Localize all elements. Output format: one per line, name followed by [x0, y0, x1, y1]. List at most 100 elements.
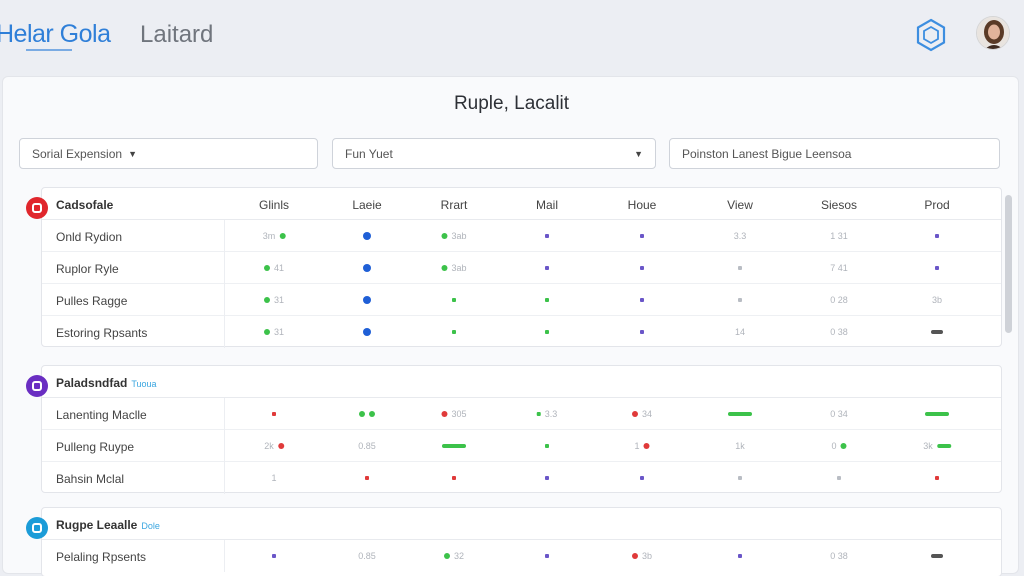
status-tag [931, 554, 943, 558]
table-cell [545, 550, 549, 562]
cell-value: 34 [641, 409, 653, 419]
column-header[interactable]: Rrart [441, 198, 468, 212]
cell-value: 3b [931, 295, 943, 305]
filter-label: Poinston Lanest Bigue Leensoa [682, 146, 852, 161]
table-cell [738, 294, 742, 306]
row-divider [224, 220, 225, 252]
cell-value: 31 [273, 295, 285, 305]
cell-value: 1 [271, 473, 277, 483]
status-dot [441, 265, 448, 271]
column-header[interactable]: Prod [924, 198, 949, 212]
row-divider [224, 284, 225, 316]
status-mark [935, 266, 939, 270]
status-mark [272, 412, 276, 416]
caret-down-icon: ▼ [128, 148, 137, 159]
status-tag [931, 330, 943, 334]
table-cell [738, 472, 742, 484]
table-cell: 3k [923, 440, 951, 452]
status-mark [640, 266, 644, 270]
status-mark [365, 476, 369, 480]
column-header[interactable]: View [727, 198, 753, 212]
table-row[interactable]: Ruplor Ryle 41 3ab 7 41 [42, 252, 1001, 284]
row-label: Bahsin Mclal [56, 472, 125, 486]
filter-dropdown-2[interactable]: Fun Yuet ▼ [332, 138, 656, 169]
status-mark [640, 476, 644, 480]
status-dot [277, 443, 284, 449]
table-cell: 3ab [441, 262, 467, 274]
status-mark [738, 298, 742, 302]
table-cell: 0 [831, 440, 847, 452]
table-row[interactable]: Pelaling Rpsents 0.85 32 3b 0 38 [42, 540, 1001, 572]
logo-underline [26, 49, 72, 51]
status-mark [452, 476, 456, 480]
table-cell [931, 550, 943, 562]
table-cell: 2k [264, 440, 284, 452]
table-cell [272, 550, 276, 562]
page-title: Laitard [140, 21, 214, 48]
filter-dropdown-1[interactable]: Sorial Expension ▼ [19, 138, 318, 169]
cell-value: 1 31 [830, 231, 848, 241]
cell-value: 32 [453, 551, 465, 561]
table-cell [363, 294, 371, 306]
cell-value: 7 41 [830, 263, 848, 273]
table-cell [640, 472, 644, 484]
table-cell [837, 472, 841, 484]
table-row[interactable]: Lanenting Maclle 305 3.3 34 0 34 [42, 398, 1001, 430]
column-header[interactable]: Mail [536, 198, 558, 212]
table-cell: 0 38 [830, 550, 848, 562]
table-row[interactable]: Pulleng Ruype 2k 0.85 1 1k 0 3k [42, 430, 1001, 462]
scrollbar[interactable] [1002, 189, 1014, 339]
group-header: Cadsofale Glinls Laeie Rrart Mail Houe View Sie… [42, 188, 1001, 220]
group-header: Rugpe Leaalle Dole [42, 508, 1001, 540]
table-cell [272, 408, 276, 420]
row-label: Ruplor Ryle [56, 262, 119, 276]
column-header[interactable]: Laeie [352, 198, 381, 212]
row-label: Estoring Rpsants [56, 326, 148, 340]
table-cell: 34 [631, 408, 653, 420]
table-row[interactable]: Bahsin Mclal 1 [42, 462, 1001, 494]
table-row[interactable]: Pulles Ragge 31 0 28 3b [42, 284, 1001, 316]
user-avatar[interactable] [976, 16, 1010, 50]
status-dot [263, 329, 270, 335]
hexagon-icon[interactable] [912, 16, 950, 54]
cell-value: 0.85 [358, 441, 376, 451]
column-header[interactable]: Glinls [259, 198, 289, 212]
column-header[interactable]: Siesos [821, 198, 857, 212]
cell-value: 3ab [451, 231, 467, 241]
scrollbar-thumb[interactable] [1005, 195, 1012, 333]
cell-value: 3.3 [733, 231, 747, 241]
table-cell: 0 34 [830, 408, 848, 420]
row-label: Onld Rydion [56, 230, 123, 244]
table-cell [442, 440, 466, 452]
status-dot [363, 328, 371, 336]
column-header[interactable]: Houe [628, 198, 657, 212]
group-title[interactable]: Cadsofale [56, 198, 113, 212]
table-cell [545, 472, 549, 484]
table-row[interactable]: Onld Rydion 3m 3ab 3.3 1 31 [42, 220, 1001, 252]
table-row[interactable]: Estoring Rpsants 31 14 0 38 [42, 316, 1001, 348]
table-cell: 31 [263, 294, 285, 306]
status-dot [263, 297, 270, 303]
cell-value: 305 [451, 409, 467, 419]
table-cell [640, 294, 644, 306]
status-dot [631, 411, 638, 417]
status-bar [442, 444, 466, 448]
table-cell [728, 408, 752, 420]
filter-input-3[interactable]: Poinston Lanest Bigue Leensoa [669, 138, 1000, 169]
cell-value: 1 [634, 441, 640, 451]
status-mark [640, 234, 644, 238]
group-title[interactable]: Rugpe Leaalle Dole [56, 518, 160, 532]
table-cell: 0.85 [358, 550, 376, 562]
table-cell: 32 [443, 550, 465, 562]
cell-value: 3k [923, 441, 933, 451]
status-dot [263, 265, 270, 271]
row-label: Lanenting Maclle [56, 408, 147, 422]
status-dot [643, 443, 650, 449]
group-title[interactable]: Paladsndfad Tuoua [56, 376, 157, 390]
table-cell [738, 550, 742, 562]
app-logo[interactable]: Helar Gola [0, 20, 111, 49]
cell-value: 3ab [451, 263, 467, 273]
status-mark [738, 554, 742, 558]
table-cell [365, 472, 369, 484]
table-cell [363, 230, 371, 242]
